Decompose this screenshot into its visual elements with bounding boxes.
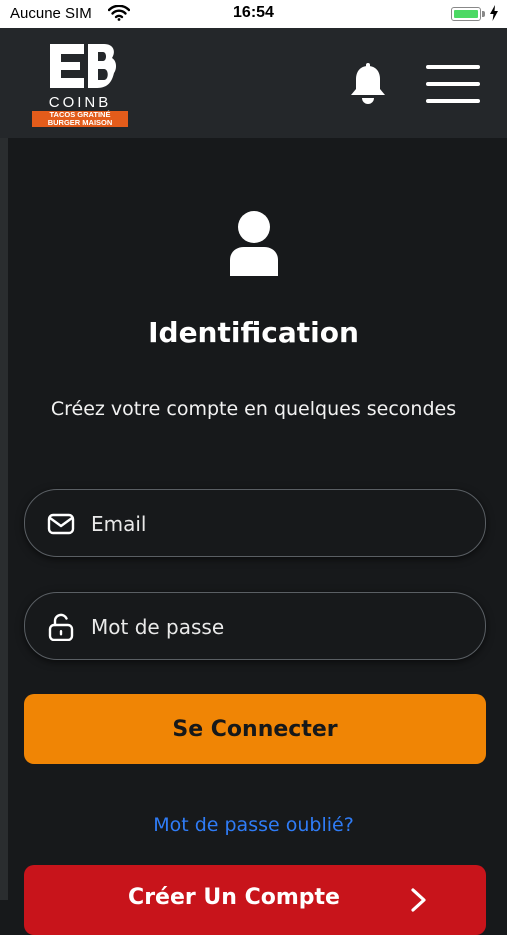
status-time: 16:54 — [233, 4, 274, 21]
charging-icon — [490, 5, 498, 21]
create-account-button[interactable]: Créer Un Compte — [24, 865, 486, 935]
app-header: COINB TACOS GRATINÉ BURGER MAISON — [0, 28, 507, 138]
page-subtitle: Créez votre compte en quelques secondes — [50, 398, 457, 420]
create-account-label: Créer Un Compte — [128, 885, 340, 910]
hamburger-menu-icon[interactable] — [426, 65, 480, 103]
logo-mark-icon — [50, 44, 117, 88]
battery-tip — [482, 11, 485, 17]
page-title: Identification — [148, 316, 359, 349]
battery-level — [454, 10, 478, 18]
envelope-icon — [47, 513, 75, 535]
logo-tagline-2: BURGER MAISON — [32, 119, 128, 127]
menu-line — [426, 82, 480, 86]
bell-icon[interactable] — [348, 63, 388, 105]
password-field[interactable] — [24, 592, 486, 660]
chevron-right-icon — [411, 888, 426, 912]
logo-name: COINB — [48, 94, 112, 111]
brand-logo[interactable]: COINB TACOS GRATINÉ BURGER MAISON — [30, 38, 130, 128]
login-button[interactable]: Se Connecter — [24, 694, 486, 764]
forgot-password-link[interactable]: Mot de passe oublié? — [0, 814, 507, 836]
background-edge — [0, 138, 8, 900]
status-bar: Aucune SIM 16:54 — [0, 0, 507, 28]
email-field[interactable] — [24, 489, 486, 557]
user-icon — [230, 211, 278, 276]
unlock-icon — [48, 613, 74, 641]
menu-line — [426, 99, 480, 103]
password-input[interactable] — [89, 607, 463, 647]
email-input[interactable] — [89, 504, 463, 544]
battery-icon — [451, 7, 485, 21]
menu-line — [426, 65, 480, 69]
